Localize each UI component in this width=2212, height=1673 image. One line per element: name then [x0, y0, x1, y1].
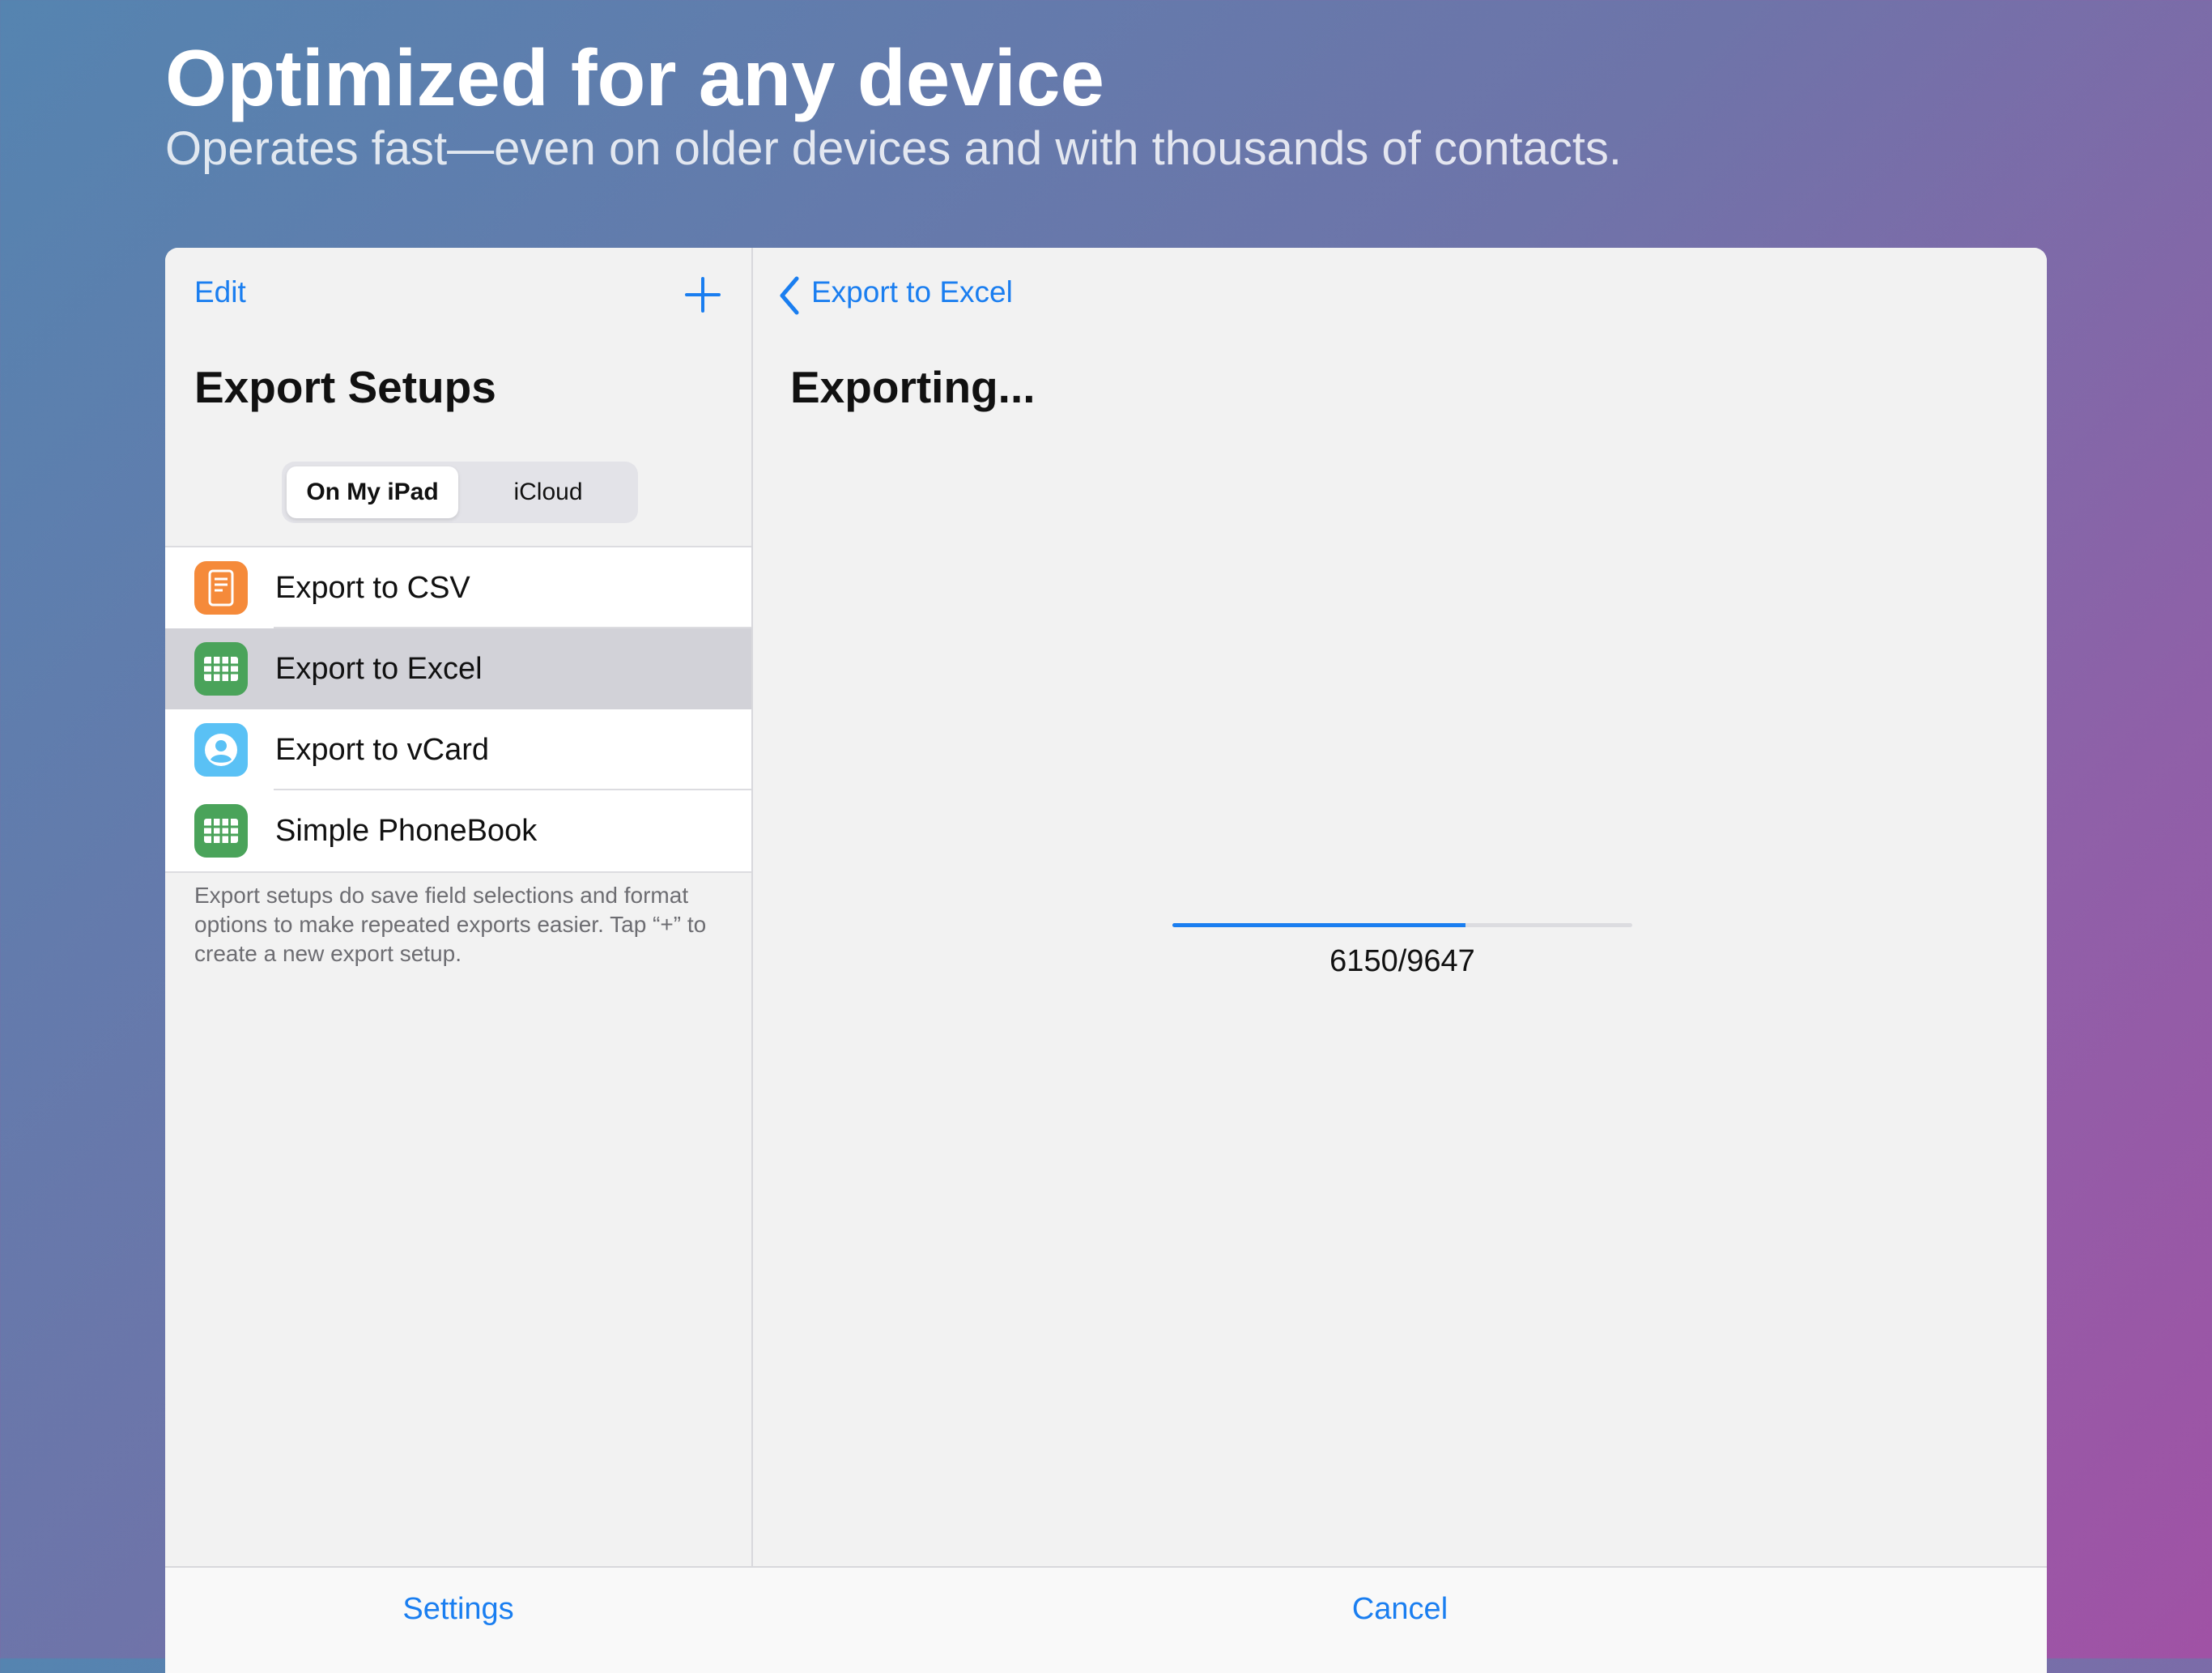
list-item-simple-phonebook[interactable]: Simple PhoneBook	[165, 790, 751, 871]
ipad-app-window: Edit Export Setups On My iPad iCloud Exp…	[165, 248, 2047, 1673]
list-item-export-to-excel[interactable]: Export to Excel	[165, 628, 751, 709]
grid-icon	[194, 804, 248, 858]
document-icon	[194, 561, 248, 615]
headline: Optimized for any device	[165, 33, 1104, 122]
chevron-left-icon[interactable]	[777, 275, 802, 316]
list-item-label: Export to vCard	[275, 733, 489, 767]
list-item-export-to-vcard[interactable]: Export to vCard	[165, 709, 751, 790]
back-button[interactable]: Export to Excel	[811, 275, 1013, 309]
list-item-label: Simple PhoneBook	[275, 814, 538, 848]
grid-icon	[194, 642, 248, 696]
sidebar: Edit Export Setups On My iPad iCloud Exp…	[165, 248, 753, 1673]
list-item-export-to-csv[interactable]: Export to CSV	[165, 547, 751, 628]
progress-count: 6150/9647	[1329, 944, 1475, 978]
export-progress-bar	[1172, 923, 1632, 927]
list-item-label: Export to Excel	[275, 652, 483, 686]
list-item-label: Export to CSV	[275, 571, 470, 605]
settings-button[interactable]: Settings	[165, 1592, 751, 1627]
storage-segmented-control: On My iPad iCloud	[282, 462, 638, 523]
add-icon[interactable]	[683, 275, 722, 314]
list-footer-note: Export setups do save field selections a…	[194, 883, 707, 966]
export-setups-list: Export to CSV Export to Excel Export to …	[165, 546, 751, 873]
progress-fill	[1172, 923, 1466, 927]
subheadline: Operates fast—even on older devices and …	[165, 122, 1623, 175]
contact-icon	[194, 723, 248, 777]
bottom-toolbar: Settings Cancel	[165, 1566, 2047, 1673]
segment-on-my-ipad[interactable]: On My iPad	[287, 466, 458, 518]
detail-pane: Export to Excel Exporting... 6150/9647	[753, 248, 2047, 1673]
segment-icloud[interactable]: iCloud	[463, 466, 633, 518]
page-title: Exporting...	[790, 362, 1036, 412]
sidebar-title: Export Setups	[194, 362, 496, 412]
edit-button[interactable]: Edit	[194, 275, 246, 309]
cancel-button[interactable]: Cancel	[753, 1592, 2047, 1627]
